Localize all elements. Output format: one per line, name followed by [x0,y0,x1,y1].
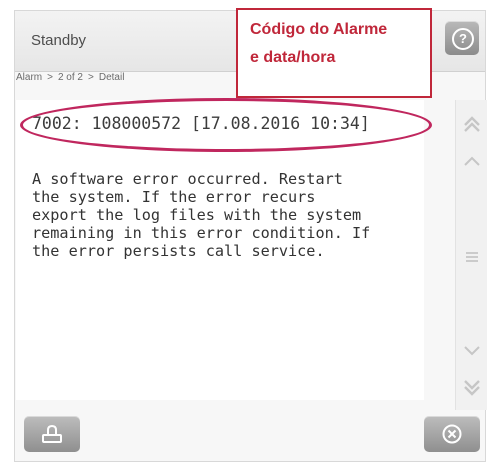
grip-icon [466,252,478,262]
scroll-up-button[interactable] [456,144,487,180]
callout-line-1: Código do Alarme [250,21,388,38]
close-button[interactable] [424,416,480,452]
help-button[interactable]: ? [445,21,479,55]
close-icon [442,424,462,444]
chevron-up-icon [463,156,480,166]
message-line: remaining in this error condition. If [32,224,371,242]
scroll-down-button[interactable] [456,332,487,368]
message-line: the system. If the error recurs [32,188,316,206]
scroll-bottom-button[interactable] [456,370,487,406]
scrollbar[interactable] [455,100,487,410]
breadcrumb: Alarm > 2 of 2 > Detail [16,72,124,83]
panel-title: Standby [31,32,87,49]
message-line: export the log files with the system [32,206,362,224]
panel-footer [14,412,486,462]
breadcrumb-detail: Detail [98,72,125,83]
acknowledge-icon [42,424,62,443]
chevron-down-icon [463,346,480,356]
breadcrumb-separator: > [47,72,53,83]
double-chevron-down-icon [463,380,480,396]
help-icon: ? [452,28,474,50]
annotation-callout: Código do Alarme e data/hora [236,8,432,98]
breadcrumb-position[interactable]: 2 of 2 [58,72,83,83]
callout-line-2: e data/hora [250,49,336,66]
scroll-top-button[interactable] [456,106,487,142]
scroll-thumb[interactable] [460,196,484,318]
breadcrumb-separator: > [88,72,94,83]
message-line: A software error occurred. Restart [32,170,343,188]
alarm-message: A software error occurred. Restart the s… [32,170,427,260]
breadcrumb-alarm[interactable]: Alarm [16,72,42,83]
highlight-ellipse [20,98,432,152]
double-chevron-up-icon [463,116,480,132]
message-line: the error persists call service. [32,242,325,260]
acknowledge-button[interactable] [24,416,80,452]
